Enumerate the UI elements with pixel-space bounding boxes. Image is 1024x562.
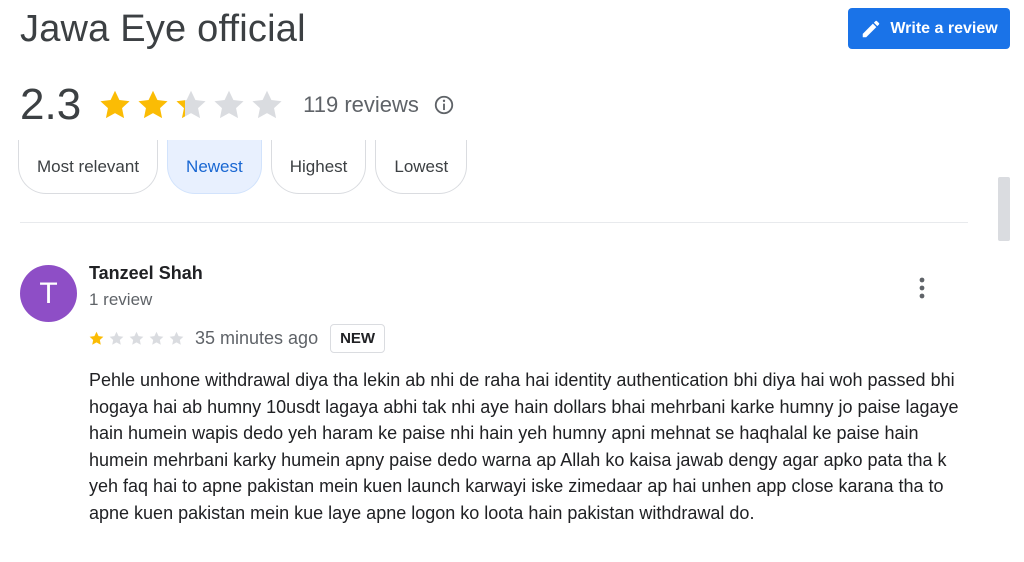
review-star-icon	[149, 331, 164, 345]
sort-chip-highest[interactable]: Highest	[270, 140, 367, 194]
avatar-letter: T	[39, 276, 58, 310]
review-stars	[88, 330, 185, 347]
summary-star-icon	[176, 90, 206, 119]
sort-chip-newest[interactable]: Newest	[167, 140, 262, 194]
sort-chips: Most relevant Newest Highest Lowest	[18, 140, 468, 194]
review-star-icon	[129, 331, 144, 345]
page-title: Jawa Eye official	[20, 8, 306, 50]
review-count[interactable]: 119 reviews	[303, 92, 419, 118]
reviewer-name[interactable]: Tanzeel Shah	[89, 263, 203, 284]
review-time: 35 minutes ago	[195, 327, 319, 348]
pencil-icon	[863, 20, 880, 37]
summary-star-icon	[138, 90, 168, 119]
sort-chip-lowest[interactable]: Lowest	[375, 140, 468, 194]
scrollbar[interactable]	[998, 177, 1010, 241]
avatar[interactable]: T	[20, 265, 77, 322]
info-icon[interactable]	[433, 94, 455, 116]
write-review-label: Write a review	[890, 19, 998, 37]
review-text: Pehle unhone withdrawal diya tha lekin a…	[89, 370, 959, 523]
more-vert-icon	[919, 277, 925, 299]
average-rating: 2.3	[20, 80, 82, 129]
write-review-button[interactable]: Write a review	[848, 8, 1010, 49]
summary-star-icon	[252, 90, 282, 119]
rating-summary: 2.3 119 reviews	[20, 80, 455, 130]
divider	[20, 222, 968, 223]
more-options-button[interactable]	[908, 274, 936, 302]
review-star-icon	[169, 331, 184, 345]
review-rating-row: 35 minutes ago NEW	[88, 322, 386, 354]
review-star-icon	[89, 331, 104, 345]
new-badge: NEW	[330, 323, 386, 353]
sort-chip-most-relevant[interactable]: Most relevant	[18, 140, 159, 194]
reviewer-review-count: 1 review	[89, 290, 153, 309]
review-star-icon	[109, 331, 124, 345]
rating-stars	[97, 87, 285, 123]
summary-star-icon	[100, 90, 130, 119]
summary-star-icon	[214, 90, 244, 119]
